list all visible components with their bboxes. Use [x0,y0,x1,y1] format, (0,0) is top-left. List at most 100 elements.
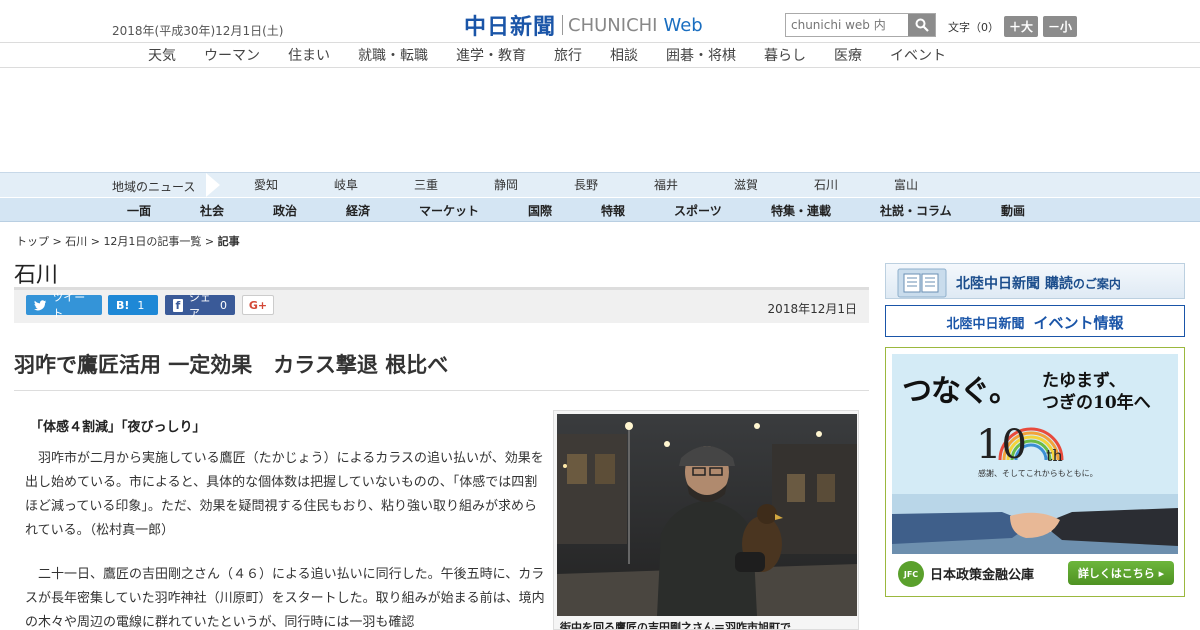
logo-divider [562,15,564,35]
tweet-label: ツイート [52,291,86,320]
article-photo[interactable]: 街中を回る鷹匠の吉田剛之さん＝羽咋市旭町で [553,410,859,630]
category-front-page[interactable]: 一面 [127,202,151,219]
category-editorials[interactable]: 社説・コラム [880,202,952,219]
article-paragraph: 羽咋市が二月から実施している鷹匠（たかじょう）によるカラスの追い払いが、効果を出… [25,451,544,538]
article-subhead: 「体感４割減」「夜びっしり」 [30,420,206,435]
hatena-count: 1 [137,298,145,312]
top-nav-travel[interactable]: 旅行 [554,45,582,65]
category-special-report[interactable]: 特報 [601,202,625,219]
breadcrumb-separator: > [87,235,104,248]
region-nav-arrow [206,173,220,197]
region-toyama[interactable]: 富山 [894,176,918,193]
top-nav-events[interactable]: イベント [890,45,946,65]
region-gifu[interactable]: 岐阜 [334,176,358,193]
ad-creative: つなぐ。 たゆまず、 つぎの10年へ 10 th 感謝、そしてこれからもともに。… [892,354,1178,590]
font-bigger-button[interactable]: ＋大 [1004,16,1039,37]
top-nav-living[interactable]: 暮らし [764,45,806,65]
facebook-share-count: 0 [220,298,227,312]
banner-ad-space [0,68,1200,172]
region-ishikawa[interactable]: 石川 [814,176,838,193]
breadcrumb-top[interactable]: トップ [16,235,49,248]
font-size-label: 文字（0） [948,20,999,34]
article-paragraph: 二十一日、鷹匠の吉田剛之さん（４６）による追い払いに同行した。午後五時に、カラス… [25,567,545,630]
font-size-control: 文字（0） ＋大 －小 [948,16,1078,37]
publish-date: 2018年12月1日 [767,302,857,316]
facebook-share-button[interactable]: f シェア 0 [165,291,235,320]
ad-tagline-line2: つぎの10年へ [1042,393,1151,413]
logo-web: Web [663,14,703,36]
current-date: 2018年(平成30年)12月1日(土) [112,24,284,38]
falconer-photo [557,414,857,616]
section-title: 石川 [14,263,59,288]
top-nav-jobs[interactable]: 就職・転職 [358,45,428,65]
region-shiga[interactable]: 滋賀 [734,176,758,193]
category-video[interactable]: 動画 [1001,202,1025,219]
subscribe-banner[interactable]: 北陸中日新聞 購読のご案内 [885,263,1185,299]
ad-organization-name: 日本政策金融公庫 [930,568,1035,583]
ad-anniversary-suffix: th [1046,446,1063,465]
facebook-share-label: シェア [188,291,211,320]
subscribe-paper-name: 北陸中日新聞 [956,276,1040,292]
region-nav-label: 地域のニュース [112,180,196,194]
region-shizuoka[interactable]: 静岡 [494,176,518,193]
logo-english: CHUNICHI [568,14,658,36]
region-nav: 地域のニュース 愛知 岐阜 三重 静岡 長野 福井 滋賀 石川 富山 [0,172,1200,197]
sidebar-ad[interactable]: つなぐ。 たゆまず、 つぎの10年へ 10 th 感謝、そしてこれからもともに。… [885,347,1185,597]
category-features[interactable]: 特集・連載 [771,202,831,219]
region-nagano[interactable]: 長野 [574,176,598,193]
jfc-logo: JFC [898,561,924,587]
category-market[interactable]: マーケット [419,202,479,219]
region-fukui[interactable]: 福井 [654,176,678,193]
category-society[interactable]: 社会 [200,202,224,219]
site-logo[interactable]: 中日新聞 CHUNICHI Web [464,9,703,41]
top-nav: 天気 ウーマン 住まい 就職・転職 進学・教育 旅行 相談 囲碁・将棋 暮らし … [0,43,1200,68]
breadcrumb-current: 記事 [217,235,240,248]
category-sports[interactable]: スポーツ [674,202,722,219]
ad-tagline: たゆまず、 つぎの10年へ [1042,370,1151,414]
region-mie[interactable]: 三重 [414,176,438,193]
top-nav-weather[interactable]: 天気 [148,45,176,65]
breadcrumb: トップ > 石川 > 12月1日の記事一覧 > 記事 [16,233,240,249]
category-nav: 一面 社会 政治 経済 マーケット 国際 特報 スポーツ 特集・連載 社説・コラ… [0,197,1200,222]
subscribe-word: 購読 [1044,276,1073,292]
category-economy[interactable]: 経済 [346,202,370,219]
hatena-icon: B! [116,298,130,312]
search-button[interactable] [908,14,935,36]
top-nav-woman[interactable]: ウーマン [204,45,260,65]
subscribe-guide: のご案内 [1072,277,1121,291]
headline-divider [14,390,869,391]
event-info-banner[interactable]: 北陸中日新聞 イベント情報 [885,305,1185,337]
hatena-bookmark-button[interactable]: B! 1 [108,295,158,315]
twitter-bird-icon [34,299,47,310]
google-plus-button[interactable]: G+ [242,295,274,315]
breadcrumb-region[interactable]: 石川 [65,235,87,248]
top-nav-igo-shogi[interactable]: 囲碁・将棋 [666,45,736,65]
font-smaller-button[interactable]: －小 [1043,16,1078,37]
search-input[interactable] [786,14,908,36]
top-nav-consult[interactable]: 相談 [610,45,638,65]
top-nav-education[interactable]: 進学・教育 [456,45,526,65]
event-paper-name: 北陸中日新聞 [946,317,1025,332]
tweet-button[interactable]: ツイート [26,291,102,320]
breadcrumb-daily-list[interactable]: 12月1日の記事一覧 [103,235,201,248]
region-aichi[interactable]: 愛知 [254,176,278,193]
site-header: 2018年(平成30年)12月1日(土) 中日新聞 CHUNICHI Web 文… [0,0,1200,43]
facebook-icon: f [173,298,183,312]
logo-japanese: 中日新聞 [464,14,557,40]
photo-caption: 街中を回る鷹匠の吉田剛之さん＝羽咋市旭町で [560,621,791,630]
ad-tagline-line1: たゆまず、 [1042,371,1126,391]
newspaper-reading-icon [897,268,947,298]
category-politics[interactable]: 政治 [273,202,297,219]
top-nav-medical[interactable]: 医療 [834,45,862,65]
handshake-image [892,494,1178,554]
ad-details-button[interactable]: 詳しくはこちら ▸ [1068,561,1174,585]
site-search [785,13,936,37]
ad-headline: つなぐ。 [902,374,1019,409]
ad-footer: JFC 日本政策金融公庫 詳しくはこちら ▸ [892,554,1178,590]
top-nav-housing[interactable]: 住まい [288,45,330,65]
ad-subtext: 感謝、そしてこれからもともに。 [978,469,1098,478]
event-info-title: イベント情報 [1033,314,1124,332]
category-world[interactable]: 国際 [528,202,552,219]
breadcrumb-separator: > [201,235,218,248]
breadcrumb-separator: > [49,235,66,248]
